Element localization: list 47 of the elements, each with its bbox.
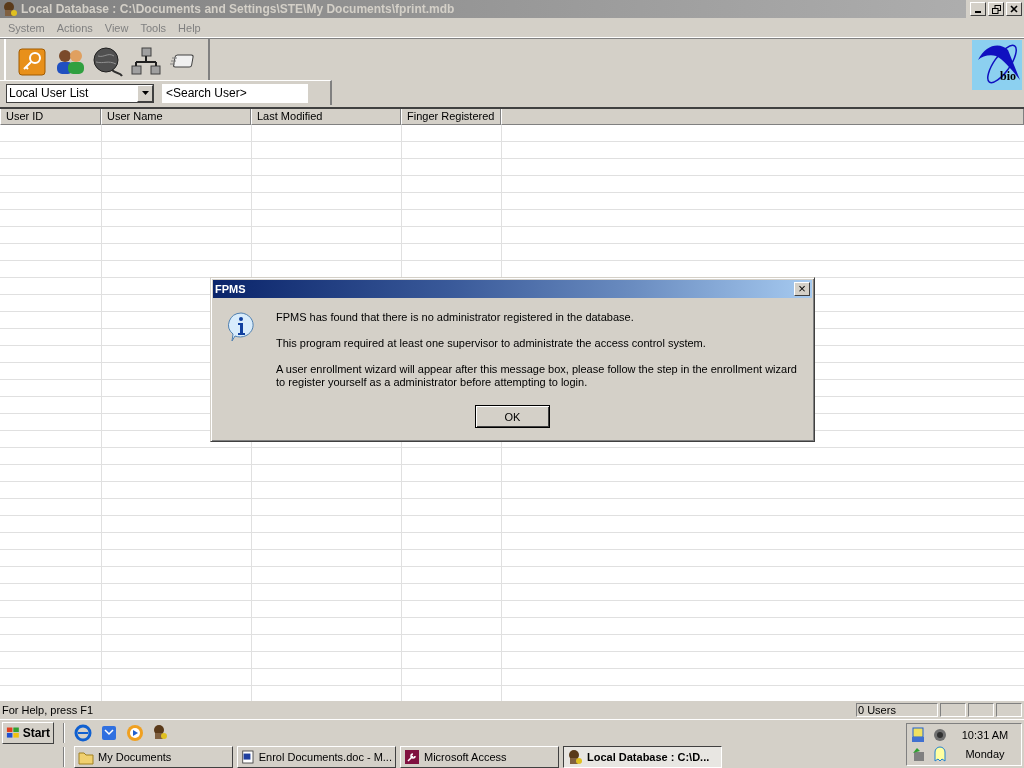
taskbar-button[interactable]: Microsoft Access: [400, 745, 559, 768]
quick-launch-button[interactable]: [74, 724, 92, 743]
ghost-icon: [932, 746, 948, 762]
device-icon: [911, 746, 927, 762]
start-button[interactable]: Start: [2, 722, 54, 745]
status-pane: [940, 703, 966, 717]
network-icon: [911, 727, 927, 743]
user-count: 0 Users: [856, 703, 938, 717]
logo-text: bio: [1000, 69, 1016, 83]
clock: 10:31 AM: [961, 729, 1009, 741]
browser-icon: [74, 724, 92, 743]
dialog-close-button[interactable]: ×: [794, 282, 810, 296]
message-text: This program required at least one supervisor to administrate the access control system.: [276, 337, 707, 350]
media-player-icon: [126, 724, 144, 743]
ok-button[interactable]: OK: [475, 405, 550, 428]
windows-flag-icon: [6, 726, 21, 741]
close-icon: [1010, 5, 1018, 13]
status-pane: [996, 703, 1022, 717]
message-text: A user enrollment wizard will appear after this message box, please follow the step in the enrollment wizard to register yourself as a administrator before attempting to login.: [276, 363, 798, 389]
minimize-button[interactable]: [970, 2, 986, 16]
document-icon: [241, 748, 255, 765]
close-button[interactable]: [1006, 2, 1022, 16]
window-title: Local Database : C:\Documents and Settings\STE\My Documents\fprint.mdb: [21, 2, 456, 16]
app-icon: [2, 1, 18, 17]
app-icon: [567, 748, 583, 765]
taskbar-button[interactable]: Local Database : C:\D...: [563, 745, 722, 768]
search-field[interactable]: <Search User>: [162, 83, 308, 103]
globe-icon: [92, 45, 124, 78]
taskbar-button[interactable]: My Documents: [74, 745, 233, 768]
status-text: For Help, press F1: [1, 704, 95, 716]
day-label: Monday: [965, 748, 1005, 760]
toolbar-button[interactable]: [130, 45, 162, 78]
toolbar-button[interactable]: [92, 45, 124, 78]
message-text: FPMS has found that there is no administrator registered in the database.: [276, 311, 635, 324]
dropdown-arrow-icon: [141, 91, 149, 95]
quick-launch-button[interactable]: [100, 724, 118, 743]
network-icon: [130, 45, 162, 78]
info-icon: [225, 311, 257, 343]
quick-launch-button[interactable]: [126, 724, 144, 743]
list-dropdown[interactable]: Local User List: [6, 83, 154, 103]
status-pane: [968, 703, 994, 717]
mail-icon: [100, 724, 118, 743]
taskbar-button[interactable]: Enrol Documents.doc - M...: [237, 745, 396, 768]
speaker-icon: [932, 727, 948, 743]
restore-button[interactable]: [988, 2, 1004, 16]
dialog-title: FPMS: [215, 283, 247, 295]
restore-icon: [991, 4, 1001, 14]
